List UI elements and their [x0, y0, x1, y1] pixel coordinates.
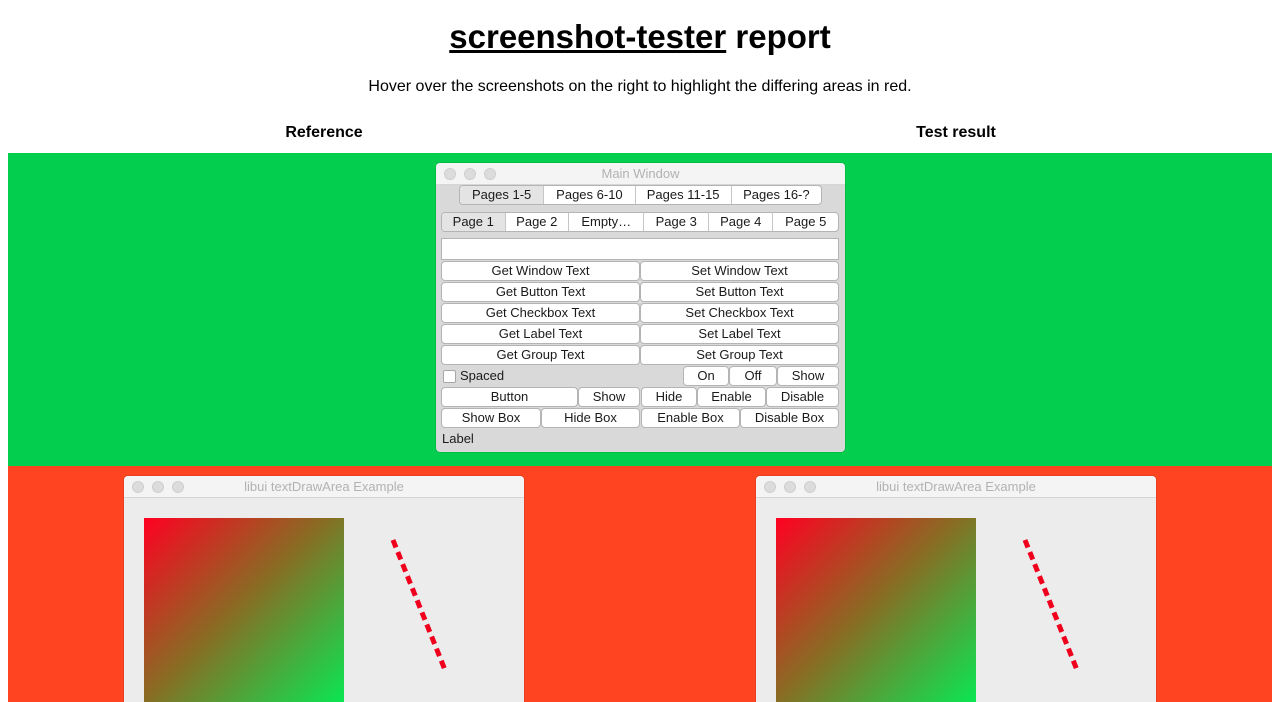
on-button[interactable]: On [683, 366, 729, 386]
reference-column-header: Reference [285, 124, 363, 141]
tab-page-3[interactable]: Page 3 [643, 213, 708, 231]
tab-pages-16[interactable]: Pages 16-? [730, 186, 821, 204]
minimize-light-icon [784, 481, 796, 493]
page-subtitle: Hover over the screenshots on the right … [368, 78, 912, 95]
test-draw-window-title: libui textDrawArea Example [876, 479, 1036, 494]
close-light-icon [132, 481, 144, 493]
main-window-title: Main Window [601, 166, 680, 181]
get-group-text-button[interactable]: Get Group Text [441, 345, 640, 365]
set-checkbox-text-button[interactable]: Set Checkbox Text [640, 303, 839, 323]
reference-draw-window-title: libui textDrawArea Example [244, 479, 404, 494]
off-button[interactable]: Off [729, 366, 777, 386]
spaced-checkbox-label: Spaced [460, 368, 505, 383]
reference-draw-area [124, 498, 524, 702]
minimize-light-icon [464, 168, 476, 180]
set-window-text-button[interactable]: Set Window Text [640, 261, 839, 281]
disable-box-button[interactable]: Disable Box [740, 408, 839, 428]
page-title: screenshot-tester report [0, 18, 1280, 56]
get-checkbox-text-button[interactable]: Get Checkbox Text [441, 303, 640, 323]
tab-pages-1-5[interactable]: Pages 1-5 [460, 186, 544, 204]
dashed-line-graphic [1022, 539, 1080, 671]
title-suffix: report [726, 18, 831, 55]
main-window-titlebar: Main Window [436, 163, 845, 185]
show-box-button[interactable]: Show Box [441, 408, 541, 428]
test-draw-window-titlebar: libui textDrawArea Example [756, 476, 1156, 498]
dashed-line-graphic [390, 539, 448, 671]
main-window-screenshot[interactable]: Main Window Pages 1-5 Pages 6-10 Pages 1… [436, 163, 845, 452]
match-row: Main Window Pages 1-5 Pages 6-10 Pages 1… [8, 153, 1272, 466]
enable-box-button[interactable]: Enable Box [641, 408, 740, 428]
tab-pages-6-10[interactable]: Pages 6-10 [543, 186, 634, 204]
enable-button[interactable]: Enable [697, 387, 766, 407]
window-text-input[interactable] [441, 238, 839, 260]
tab-page-1[interactable]: Page 1 [442, 213, 505, 231]
reference-draw-window-titlebar: libui textDrawArea Example [124, 476, 524, 498]
tab-page-2[interactable]: Page 2 [504, 213, 569, 231]
show-button[interactable]: Show [777, 366, 839, 386]
inner-tab-bar: Page 1 Page 2 Empty… Page 3 Page 4 Page … [441, 212, 839, 232]
close-light-icon [444, 168, 456, 180]
get-window-text-button[interactable]: Get Window Text [441, 261, 640, 281]
test-draw-area [756, 498, 1156, 702]
tab-pages-11-15[interactable]: Pages 11-15 [634, 186, 731, 204]
close-light-icon [764, 481, 776, 493]
diff-row: libui textDrawArea Example libui textDra… [8, 466, 1272, 702]
minimize-light-icon [152, 481, 164, 493]
set-group-text-button[interactable]: Set Group Text [640, 345, 839, 365]
zoom-light-icon [484, 168, 496, 180]
set-label-text-button[interactable]: Set Label Text [640, 324, 839, 344]
zoom-light-icon [804, 481, 816, 493]
get-label-text-button[interactable]: Get Label Text [441, 324, 640, 344]
zoom-light-icon [172, 481, 184, 493]
hide-box-button[interactable]: Hide Box [541, 408, 640, 428]
get-button-text-button[interactable]: Get Button Text [441, 282, 640, 302]
tab-page-4[interactable]: Page 4 [707, 213, 773, 231]
spaced-checkbox[interactable] [443, 370, 456, 383]
title-link[interactable]: screenshot-tester [449, 18, 726, 55]
outer-tab-bar: Pages 1-5 Pages 6-10 Pages 11-15 Pages 1… [459, 185, 822, 205]
button-button[interactable]: Button [441, 387, 578, 407]
reference-draw-window-screenshot: libui textDrawArea Example [124, 476, 524, 702]
tab-empty[interactable]: Empty… [568, 213, 643, 231]
test-draw-window-screenshot[interactable]: libui textDrawArea Example [756, 476, 1156, 702]
show-control-button[interactable]: Show [578, 387, 640, 407]
status-label: Label [442, 431, 474, 446]
hide-button[interactable]: Hide [641, 387, 697, 407]
disable-button[interactable]: Disable [766, 387, 839, 407]
tab-page-5[interactable]: Page 5 [772, 213, 838, 231]
test-result-column-header: Test result [916, 124, 996, 141]
set-button-text-button[interactable]: Set Button Text [640, 282, 839, 302]
